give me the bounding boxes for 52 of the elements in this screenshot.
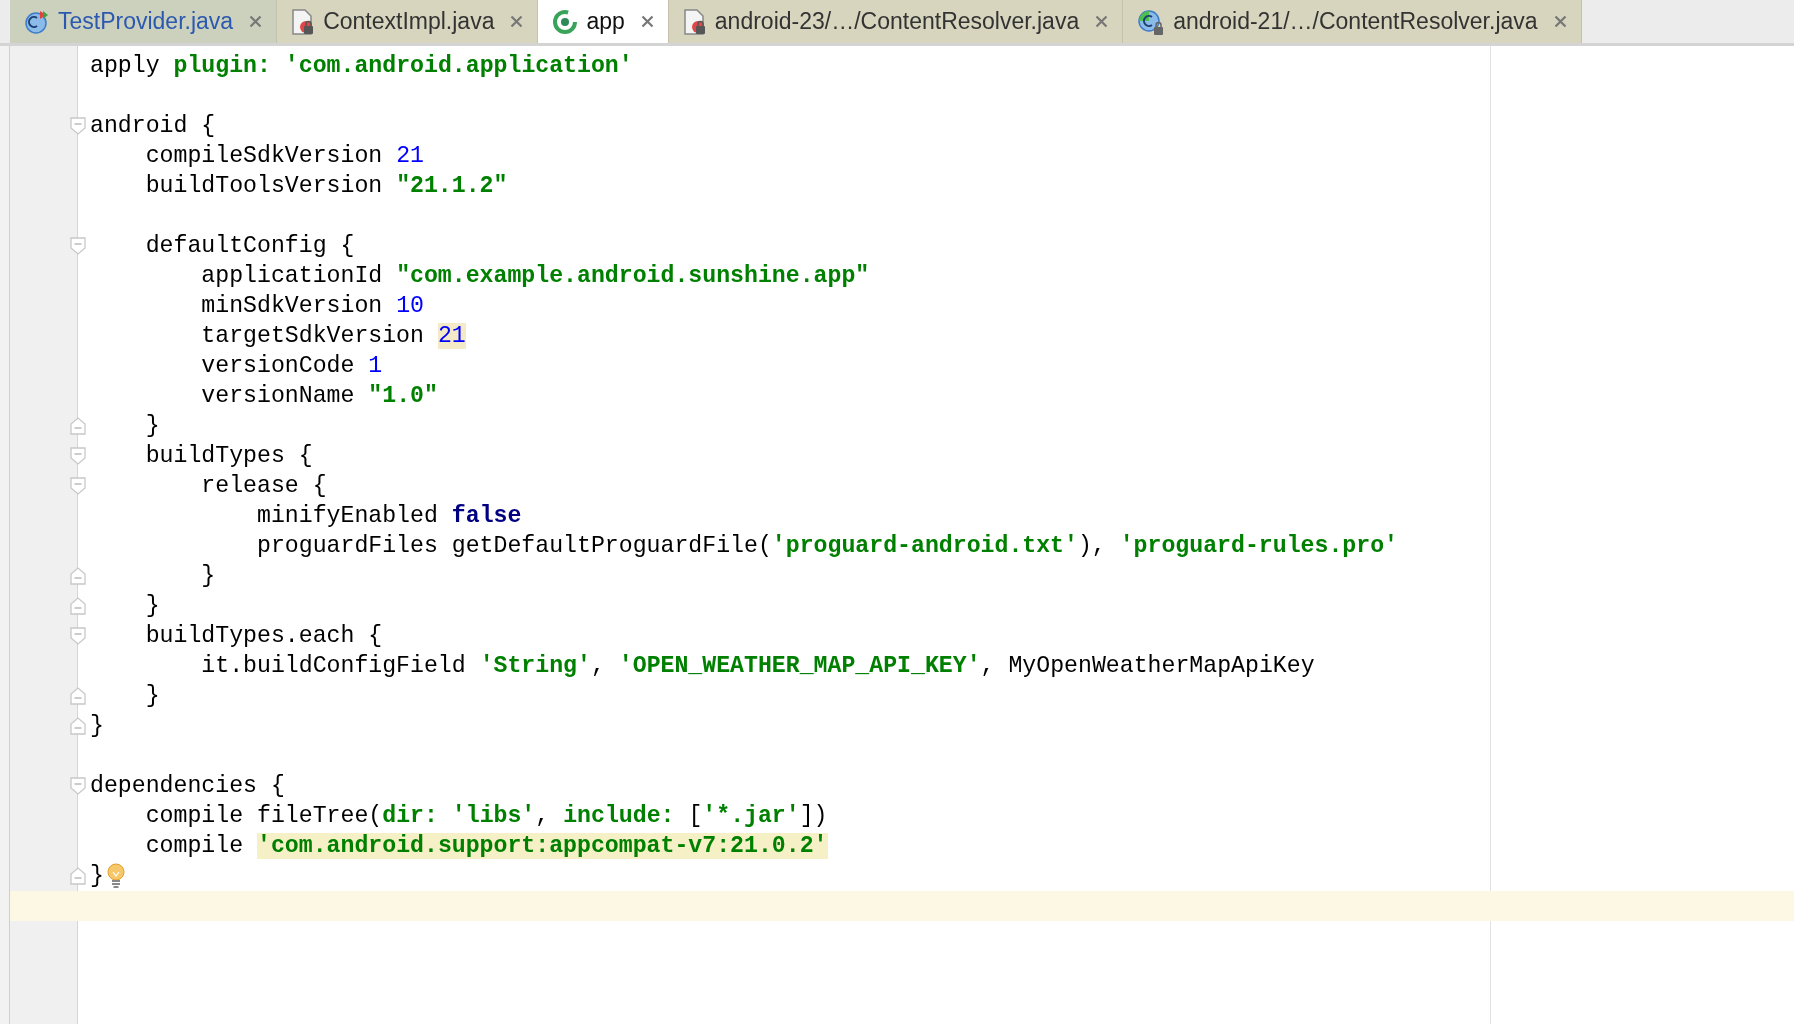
fold-marker-icon[interactable] [70,447,86,465]
tab-label: android-21/…/ContentResolver.java [1173,7,1538,37]
code-line: versionName "1.0" [200,382,438,411]
editor-tab[interactable]: TestProvider.java [10,0,278,43]
fold-marker-icon[interactable] [70,777,86,795]
locked-file-icon [291,7,316,36]
close-icon[interactable] [640,15,654,28]
lightbulb-icon[interactable] [105,863,126,889]
code-line: compile 'com.android.support:appcompat-v7:21.0.2' [144,832,828,861]
close-icon[interactable] [510,15,524,28]
code-line: applicationId "com.example.android.sunshine.app" [200,262,870,291]
fold-marker-icon[interactable] [70,627,86,645]
code-line: minifyEnabled false [255,502,522,531]
code-line: dependencies { [90,772,285,801]
tab-label: TestProvider.java [58,7,234,37]
code-line: buildToolsVersion "21.1.2" [144,172,508,201]
close-icon[interactable] [1553,15,1567,28]
code-line: proguardFiles getDefaultProguardFile('proguard-android.txt'), 'proguard-rules.pro' [255,532,1398,561]
code-line: buildTypes { [144,442,313,471]
code-line: android { [90,112,216,141]
code-line: minSdkVersion 10 [200,292,424,321]
tab-label: ContextImpl.java [323,7,495,37]
code-line: buildTypes.each { [144,622,383,651]
tab-label: android-23/…/ContentResolver.java [714,7,1080,37]
code-line: compileSdkVersion 21 [144,142,424,171]
fold-marker-icon[interactable] [70,117,86,135]
close-icon[interactable] [1095,15,1109,28]
code-line: defaultConfig { [144,232,355,261]
code-line: } [90,862,104,891]
code-line: release { [200,472,327,501]
gradle-circle-icon [552,8,579,35]
locked-class-icon [1137,7,1166,36]
fold-marker-icon[interactable] [70,477,86,495]
class-icon [24,8,50,35]
tab-label: app [586,7,625,37]
code-line: targetSdkVersion 21 [200,322,466,351]
locked-file-icon [682,7,707,36]
editor-tab[interactable]: android-23/…/ContentResolver.java [668,0,1124,43]
code-line: apply plugin: 'com.android.application' [90,52,633,81]
code-line: } [90,712,104,741]
code-line: } [200,562,216,591]
editor-tab[interactable]: ContextImpl.java [277,0,539,43]
editor-tab[interactable]: app [538,0,669,43]
code-line: versionCode 1 [200,352,383,381]
code-line: } [144,592,160,621]
close-icon[interactable] [249,15,263,28]
code-line: compile fileTree(dir: 'libs', include: ['*.jar']) [144,802,828,831]
editor-tab[interactable]: android-21/…/ContentResolver.java [1123,0,1582,43]
code-line: } [144,412,160,441]
code-line: } [144,682,160,711]
code-line: it.buildConfigField 'String', 'OPEN_WEATHER_MAP_API_KEY', MyOpenWeatherMapApiKey [200,652,1315,681]
fold-marker-icon[interactable] [70,237,86,255]
